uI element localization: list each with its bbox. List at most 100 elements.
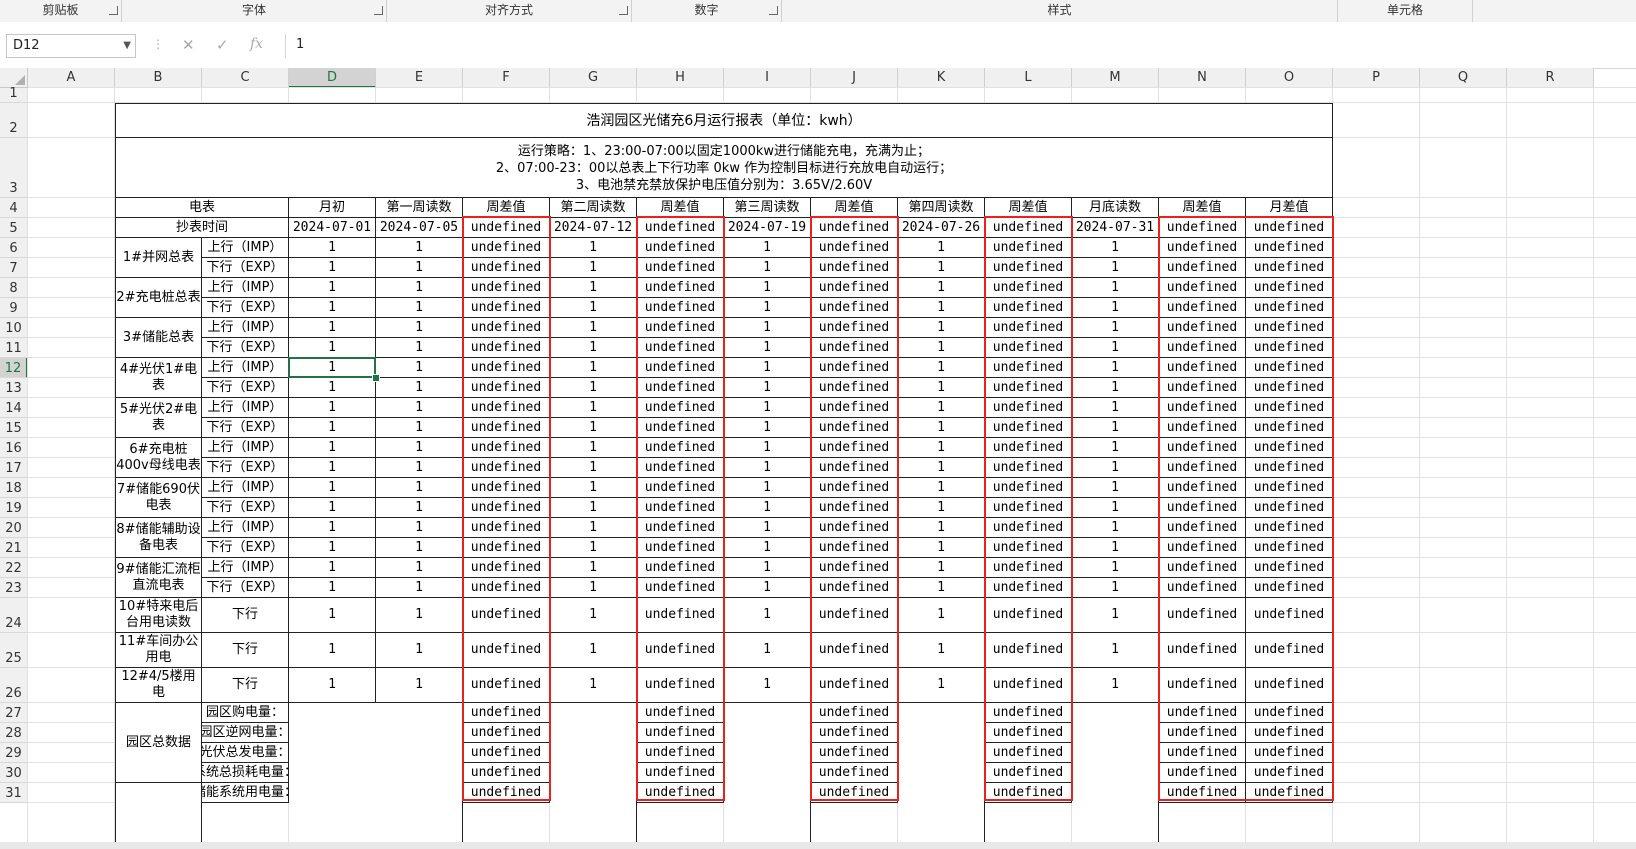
row-header-3[interactable]: 3 <box>0 138 28 198</box>
diff-cell[interactable]: undefined <box>463 238 550 258</box>
reading-cell[interactable]: 1 <box>724 598 811 633</box>
reading-cell[interactable]: 1 <box>724 338 811 358</box>
row-header-21[interactable]: 21 <box>0 538 28 558</box>
diff-cell[interactable]: undefined <box>1246 783 1333 803</box>
date-cell[interactable]: 2024-07-26 <box>898 218 985 238</box>
diff-cell[interactable]: undefined <box>1246 723 1333 743</box>
diff-cell[interactable]: undefined <box>1159 668 1246 703</box>
diff-cell[interactable]: undefined <box>1159 438 1246 458</box>
column-header-k[interactable]: K <box>898 68 985 88</box>
reading-cell[interactable]: 1 <box>289 538 376 558</box>
header-month-end[interactable]: 月底读数 <box>1072 198 1159 218</box>
diff-cell[interactable]: undefined <box>637 538 724 558</box>
reading-cell[interactable]: 1 <box>376 438 463 458</box>
reading-cell[interactable]: 1 <box>550 418 637 438</box>
reading-cell[interactable]: 1 <box>376 338 463 358</box>
reading-cell[interactable]: 1 <box>376 378 463 398</box>
header-week-diff[interactable]: 周差值 <box>985 198 1072 218</box>
diff-cell[interactable]: undefined <box>1246 218 1333 238</box>
diff-cell[interactable]: undefined <box>985 418 1072 438</box>
reading-cell[interactable]: 1 <box>289 338 376 358</box>
diff-cell[interactable]: undefined <box>1246 498 1333 518</box>
diff-cell[interactable]: undefined <box>463 298 550 318</box>
reading-cell[interactable]: 1 <box>289 598 376 633</box>
reading-cell[interactable]: 1 <box>724 478 811 498</box>
meter-name[interactable]: 12#4/5楼用电 <box>115 668 202 703</box>
row-header-5[interactable]: 5 <box>0 218 28 238</box>
dialog-launcher-icon[interactable] <box>769 6 778 15</box>
column-header-q[interactable]: Q <box>1420 68 1507 88</box>
formula-input[interactable]: 1 <box>285 34 1636 58</box>
reading-cell[interactable]: 1 <box>1072 238 1159 258</box>
diff-cell[interactable]: undefined <box>811 378 898 398</box>
diff-cell[interactable]: undefined <box>811 238 898 258</box>
row-header-25[interactable]: 25 <box>0 633 28 668</box>
header-week1[interactable]: 第一周读数 <box>376 198 463 218</box>
diff-cell[interactable]: undefined <box>811 633 898 668</box>
diff-cell[interactable]: undefined <box>811 723 898 743</box>
reading-cell[interactable]: 1 <box>289 558 376 578</box>
park-total-label[interactable]: 园区总数据 <box>115 703 202 783</box>
diff-cell[interactable]: undefined <box>1246 668 1333 703</box>
diff-cell[interactable]: undefined <box>811 783 898 803</box>
diff-cell[interactable]: undefined <box>1159 723 1246 743</box>
reading-cell[interactable]: 1 <box>376 668 463 703</box>
diff-cell[interactable]: undefined <box>811 578 898 598</box>
reading-cell[interactable]: 1 <box>1072 518 1159 538</box>
park-total-extra[interactable] <box>115 783 202 849</box>
direction-down[interactable]: 下行（EXP） <box>202 298 289 318</box>
reading-cell[interactable]: 1 <box>1072 633 1159 668</box>
date-cell[interactable]: 2024-07-05 <box>376 218 463 238</box>
row-header-6[interactable]: 6 <box>0 238 28 258</box>
reading-cell[interactable]: 1 <box>550 538 637 558</box>
diff-cell[interactable]: undefined <box>985 278 1072 298</box>
reading-cell[interactable]: 1 <box>724 633 811 668</box>
direction-up[interactable]: 上行（IMP） <box>202 398 289 418</box>
diff-cell[interactable]: undefined <box>1246 578 1333 598</box>
direction-down[interactable]: 下行（EXP） <box>202 538 289 558</box>
diff-cell[interactable]: undefined <box>985 338 1072 358</box>
diff-cell[interactable]: undefined <box>1159 538 1246 558</box>
reading-cell[interactable]: 1 <box>898 598 985 633</box>
reading-cell[interactable]: 1 <box>724 668 811 703</box>
diff-cell[interactable]: undefined <box>1159 743 1246 763</box>
row-header-4[interactable]: 4 <box>0 198 28 218</box>
reading-cell[interactable]: 1 <box>550 238 637 258</box>
reading-cell[interactable]: 1 <box>898 358 985 378</box>
diff-cell[interactable]: undefined <box>985 558 1072 578</box>
diff-cell[interactable]: undefined <box>1246 318 1333 338</box>
diff-cell[interactable]: undefined <box>985 458 1072 478</box>
diff-cell[interactable]: undefined <box>1246 298 1333 318</box>
diff-cell[interactable]: undefined <box>637 358 724 378</box>
diff-cell[interactable]: undefined <box>463 763 550 783</box>
reading-cell[interactable]: 1 <box>376 418 463 438</box>
meter-name[interactable]: 9#储能汇流柜直流电表 <box>115 558 202 598</box>
diff-cell[interactable]: undefined <box>985 238 1072 258</box>
diff-cell[interactable]: undefined <box>637 498 724 518</box>
diff-cell[interactable]: undefined <box>985 518 1072 538</box>
diff-cell[interactable]: undefined <box>1246 478 1333 498</box>
reading-cell[interactable]: 1 <box>550 458 637 478</box>
column-header-l[interactable]: L <box>985 68 1072 88</box>
reading-cell[interactable]: 1 <box>1072 438 1159 458</box>
diff-cell[interactable]: undefined <box>1246 398 1333 418</box>
date-cell[interactable]: 2024-07-31 <box>1072 218 1159 238</box>
diff-cell[interactable]: undefined <box>637 668 724 703</box>
diff-cell[interactable]: undefined <box>637 723 724 743</box>
reading-cell[interactable]: 1 <box>289 668 376 703</box>
blank-merged[interactable] <box>898 703 985 849</box>
row-header-19[interactable]: 19 <box>0 498 28 518</box>
diff-cell[interactable]: undefined <box>637 783 724 803</box>
diff-cell[interactable]: undefined <box>637 398 724 418</box>
diff-cell[interactable]: undefined <box>1159 578 1246 598</box>
reading-cell[interactable]: 1 <box>898 258 985 278</box>
direction-up[interactable]: 上行（IMP） <box>202 518 289 538</box>
reading-cell[interactable]: 1 <box>550 598 637 633</box>
blank-merged[interactable] <box>550 703 637 849</box>
diff-cell[interactable]: undefined <box>463 668 550 703</box>
diff-cell[interactable]: undefined <box>637 578 724 598</box>
row-header-26[interactable]: 26 <box>0 668 28 703</box>
reading-cell[interactable]: 1 <box>898 518 985 538</box>
direction-down[interactable]: 下行（EXP） <box>202 378 289 398</box>
diff-cell[interactable]: undefined <box>463 278 550 298</box>
